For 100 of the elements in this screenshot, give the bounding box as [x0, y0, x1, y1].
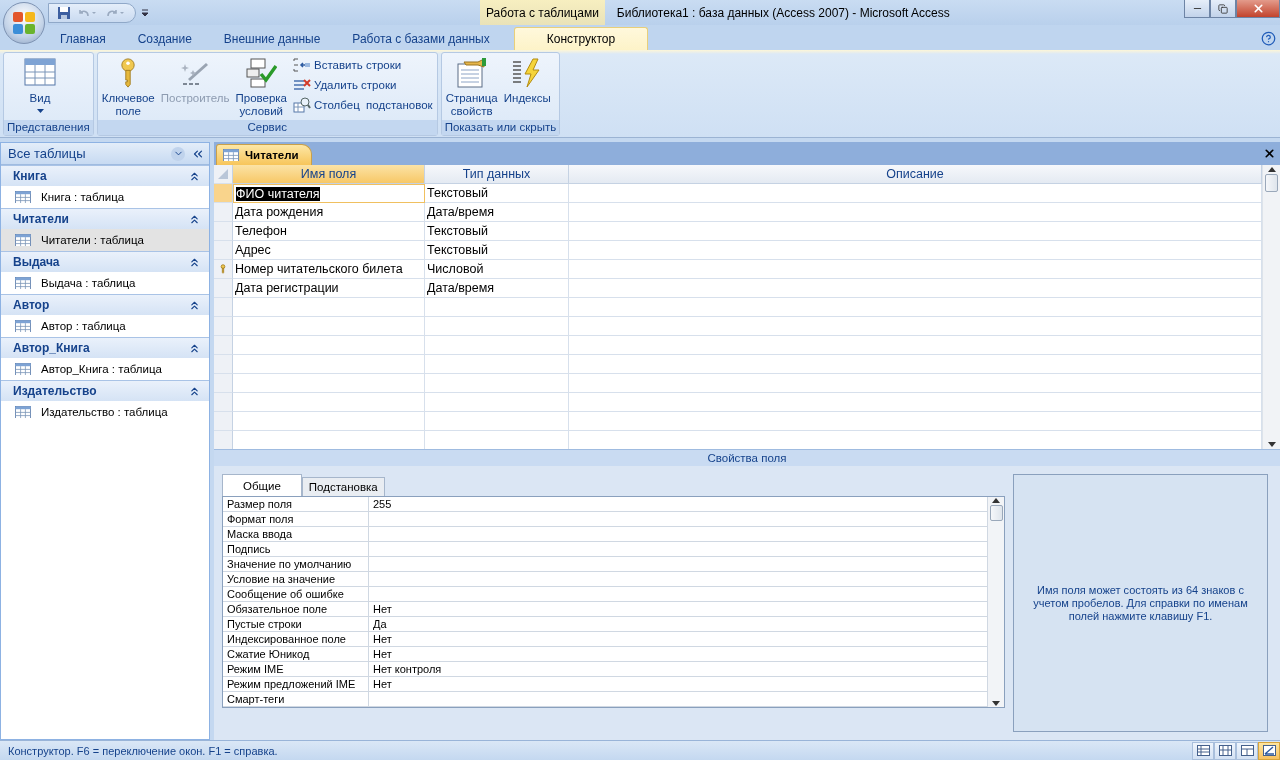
- ribbon-tab[interactable]: Создание: [121, 27, 208, 50]
- group-header[interactable]: Издательство: [1, 380, 209, 401]
- row-selector[interactable]: [214, 393, 233, 412]
- table-cell[interactable]: Дата/время: [425, 279, 569, 298]
- select-all-corner[interactable]: [214, 165, 233, 184]
- property-value[interactable]: [369, 587, 988, 602]
- scroll-up-icon[interactable]: [1267, 167, 1276, 172]
- ribbon-button[interactable]: Ключевое поле: [99, 56, 157, 120]
- property-value[interactable]: 255: [369, 497, 988, 512]
- ribbon-button[interactable]: Страница свойств: [443, 56, 500, 120]
- table-cell[interactable]: [569, 298, 1262, 317]
- property-value[interactable]: [369, 542, 988, 557]
- ribbon-button[interactable]: Удалить строки: [291, 76, 435, 94]
- table-cell[interactable]: Текстовый: [425, 184, 569, 203]
- property-tab[interactable]: Подстановка: [301, 477, 385, 496]
- property-value[interactable]: [369, 527, 988, 542]
- help-icon[interactable]: [1261, 31, 1276, 46]
- table-cell[interactable]: [569, 260, 1262, 279]
- table-cell[interactable]: [233, 374, 425, 393]
- document-tab[interactable]: Читатели: [216, 144, 312, 165]
- table-cell[interactable]: [569, 393, 1262, 412]
- table-cell[interactable]: [569, 374, 1262, 393]
- table-cell[interactable]: Текстовый: [425, 241, 569, 260]
- row-selector[interactable]: [214, 222, 233, 241]
- ribbon-button[interactable]: Столбец подстановок: [291, 96, 435, 114]
- group-header[interactable]: Автор: [1, 294, 209, 315]
- nav-item[interactable]: Читатели : таблица: [1, 229, 209, 251]
- property-value[interactable]: Нет: [369, 647, 988, 662]
- property-value[interactable]: Нет контроля: [369, 662, 988, 677]
- ribbon-tab[interactable]: Конструктор: [513, 27, 649, 50]
- group-header[interactable]: Книга: [1, 165, 209, 186]
- ribbon-button[interactable]: Вставить строки: [291, 56, 435, 74]
- table-cell[interactable]: [569, 355, 1262, 374]
- scroll-up-icon[interactable]: [992, 498, 1000, 503]
- row-selector[interactable]: [214, 279, 233, 298]
- table-cell[interactable]: Номер читательского билета: [233, 260, 425, 279]
- table-cell[interactable]: [569, 184, 1262, 203]
- table-cell[interactable]: [569, 203, 1262, 222]
- close-icon[interactable]: [1263, 147, 1276, 160]
- view-button[interactable]: [1236, 741, 1258, 760]
- ribbon-button[interactable]: Индексы: [501, 56, 553, 107]
- table-cell[interactable]: [425, 393, 569, 412]
- property-value[interactable]: Нет: [369, 602, 988, 617]
- save-icon[interactable]: [57, 5, 71, 20]
- table-cell[interactable]: Дата регистрации: [233, 279, 425, 298]
- view-button[interactable]: [1214, 741, 1236, 760]
- minimize-button[interactable]: [1184, 0, 1210, 18]
- table-cell[interactable]: [569, 336, 1262, 355]
- restore-button[interactable]: [1210, 0, 1236, 18]
- table-cell[interactable]: [569, 412, 1262, 431]
- row-selector[interactable]: [214, 298, 233, 317]
- table-cell[interactable]: [425, 374, 569, 393]
- table-cell[interactable]: [569, 279, 1262, 298]
- table-cell[interactable]: Дата/время: [425, 203, 569, 222]
- row-selector[interactable]: [214, 336, 233, 355]
- row-selector[interactable]: [214, 203, 233, 222]
- table-cell[interactable]: [233, 355, 425, 374]
- property-value[interactable]: [369, 512, 988, 527]
- row-selector[interactable]: [214, 412, 233, 431]
- scroll-down-icon[interactable]: [992, 701, 1000, 706]
- table-cell[interactable]: Текстовый: [425, 222, 569, 241]
- group-header[interactable]: Автор_Книга: [1, 337, 209, 358]
- view-button[interactable]: [1192, 741, 1214, 760]
- table-cell[interactable]: [425, 298, 569, 317]
- table-cell[interactable]: Дата рождения: [233, 203, 425, 222]
- property-value[interactable]: Нет: [369, 677, 988, 692]
- scroll-thumb[interactable]: [1265, 174, 1278, 192]
- table-cell[interactable]: [233, 336, 425, 355]
- column-header[interactable]: Тип данных: [425, 165, 569, 184]
- ribbon-tab[interactable]: Работа с базами данных: [336, 27, 506, 50]
- dropdown-icon[interactable]: [171, 146, 185, 161]
- customize-toolbar-icon[interactable]: [140, 7, 150, 18]
- scroll-down-icon[interactable]: [1267, 442, 1276, 447]
- property-value[interactable]: Да: [369, 617, 988, 632]
- property-value[interactable]: [369, 557, 988, 572]
- table-cell[interactable]: [569, 317, 1262, 336]
- table-cell[interactable]: Числовой: [425, 260, 569, 279]
- scrollbar[interactable]: [1262, 165, 1280, 449]
- view-button[interactable]: [1258, 741, 1280, 760]
- ribbon-button[interactable]: Вид: [6, 56, 74, 115]
- table-cell[interactable]: [233, 317, 425, 336]
- row-selector[interactable]: [214, 241, 233, 260]
- table-cell[interactable]: Адрес: [233, 241, 425, 260]
- close-button[interactable]: [1236, 0, 1280, 18]
- property-value[interactable]: [369, 572, 988, 587]
- table-cell[interactable]: ФИО читателя: [233, 184, 425, 203]
- ribbon-tab[interactable]: Главная: [44, 27, 122, 50]
- column-header[interactable]: Описание: [569, 165, 1262, 184]
- property-tab[interactable]: Общие: [222, 474, 302, 496]
- table-cell[interactable]: [569, 241, 1262, 260]
- row-selector[interactable]: [214, 184, 233, 203]
- row-selector[interactable]: [214, 431, 233, 449]
- group-header[interactable]: Выдача: [1, 251, 209, 272]
- property-value[interactable]: Нет: [369, 632, 988, 647]
- column-header[interactable]: Имя поля: [233, 165, 425, 184]
- table-cell[interactable]: [233, 393, 425, 412]
- table-cell[interactable]: [425, 317, 569, 336]
- table-cell[interactable]: [425, 412, 569, 431]
- table-cell[interactable]: Телефон: [233, 222, 425, 241]
- row-selector[interactable]: [214, 317, 233, 336]
